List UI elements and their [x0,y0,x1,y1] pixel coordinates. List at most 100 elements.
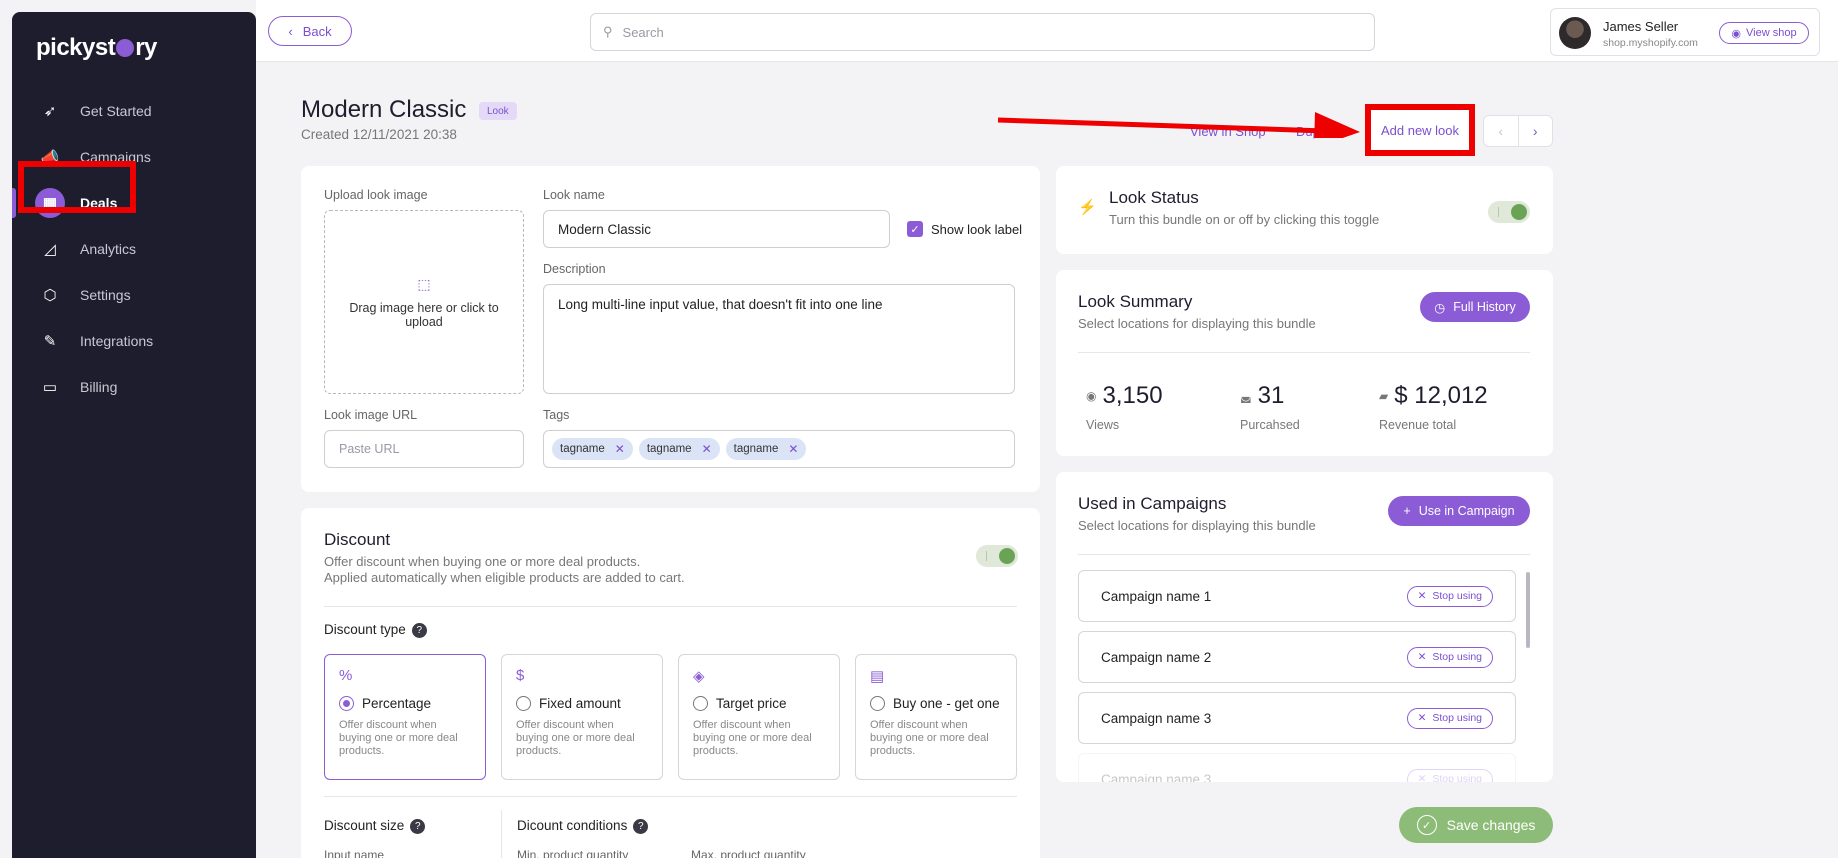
plug-icon: ✎ [43,333,57,350]
campaigns-title: Used in Campaigns [1078,494,1227,513]
sidebar-item-integrations[interactable]: ✎ Integrations [12,318,256,364]
upload-label: Upload look image [324,188,428,202]
description-label: Description [543,262,606,276]
help-icon[interactable]: ? [411,623,427,638]
tags-input[interactable]: tagname ✕ tagname ✕ tagname ✕ [543,430,1015,468]
discount-type-buy-one-get-one[interactable]: ▤ Buy one - get one Offer discount when bu… [855,654,1017,780]
rocket-icon: ➶ [43,103,57,120]
close-icon[interactable]: ✕ [788,442,798,456]
tag-icon: ◈ [693,668,705,685]
help-icon[interactable]: ? [410,819,426,834]
look-name-input[interactable]: Modern Classic [543,210,890,248]
discount-card: Discount Offer discount when buying one … [301,508,1040,858]
sidebar: pickyst ry ➶ Get Started 📣 Campaigns ▦ Deals ◿ A… [12,12,256,858]
image-url-label: Look image URL [324,408,418,422]
stop-using-button[interactable]: ✕ Stop using [1406,768,1493,782]
close-icon: ✕ [1417,590,1427,602]
discount-type-fixed-amount[interactable]: $ Fixed amount Offer discount when buying … [501,654,663,780]
list-item: Campaign name 2 ✕ Stop using [1078,631,1516,683]
list-item: Campaign name 1 ✕ Stop using [1078,570,1516,622]
look-summary-title: Look Summary [1078,292,1193,311]
tag-chip: tagname ✕ [638,438,720,460]
size-input-label: Input name [324,848,385,858]
divider [1078,352,1530,353]
percent-icon: % [339,667,353,684]
add-new-look-button[interactable]: Add new look [1365,104,1475,156]
look-status-toggle[interactable] [1488,201,1530,223]
look-status-title: Look Status [1109,188,1199,207]
scrollbar[interactable] [1526,572,1530,648]
image-url-input[interactable]: Paste URL [324,430,524,468]
chevron-left-icon: ‹ [288,23,293,39]
look-pager: ‹ › [1483,115,1553,147]
back-button[interactable]: ‹ Back [268,16,352,46]
discount-toggle[interactable] [976,545,1018,567]
radio-button[interactable] [516,696,531,711]
image-upload-dropzone[interactable]: ⬚ Drag image here or click to upload [324,210,524,394]
discount-title: Discount [324,530,391,549]
stop-using-button[interactable]: ✕ Stop using [1406,646,1493,668]
use-in-campaign-button[interactable]: + Use in Campaign [1388,496,1530,526]
discount-type-percentage[interactable]: % Percentage Offer discount when buying on… [324,654,486,780]
sidebar-item-label: Billing [80,379,118,395]
clock-icon: ◷ [1434,300,1446,315]
sidebar-item-analytics[interactable]: ◿ Analytics [12,226,256,272]
stop-using-button[interactable]: ✕ Stop using [1406,585,1493,607]
save-changes-button[interactable]: ✓ Save changes [1399,807,1553,843]
basket-icon: ◛ [1240,389,1252,403]
topbar: ‹ Back ⚲ Search James Seller shop.myshopif… [256,0,1838,62]
sidebar-item-label: Get Started [80,103,152,119]
sidebar-item-label: Settings [80,287,131,303]
discount-size-label: Discount size? [324,818,426,834]
close-icon[interactable]: ✕ [615,442,625,456]
stat-revenue-total: ▰ $ 12,012 Revenue total [1379,382,1488,432]
close-icon[interactable]: ✕ [702,442,712,456]
stat-views: ◉ 3,150 Views [1086,382,1163,432]
radio-button[interactable] [870,696,885,711]
stop-using-button[interactable]: ✕ Stop using [1406,707,1493,729]
check-circle-icon: ✓ [1416,815,1437,835]
help-icon[interactable]: ? [633,819,649,834]
user-card: James Seller shop.myshopify.com ◉ View sh… [1550,8,1820,56]
min-qty-label: Min. product quantity [517,848,629,858]
annotation-arrow [997,112,1360,138]
sidebar-item-label: Integrations [80,333,154,349]
sidebar-item-get-started[interactable]: ➶ Get Started [12,88,256,134]
radio-button[interactable] [339,696,354,711]
search-icon: ⚲ [603,24,613,39]
avatar[interactable] [1559,17,1591,49]
card-icon: ▭ [42,379,58,396]
chevron-right-icon: › [1532,123,1538,139]
show-look-label-checkbox[interactable]: ✓ Show look label [907,221,1022,237]
look-summary-subtitle: Select locations for displaying this bun… [1078,316,1316,331]
sidebar-nav: ➶ Get Started 📣 Campaigns ▦ Deals ◿ Analytics ⬡ S… [12,88,256,410]
dollar-icon: $ [516,667,525,684]
radio-button[interactable] [693,696,708,711]
close-icon: ✕ [1417,773,1427,782]
prev-look-button[interactable]: ‹ [1484,116,1519,146]
app-window: pickyst ry ➶ Get Started 📣 Campaigns ▦ Deals ◿ A… [0,0,1838,858]
view-shop-button[interactable]: ◉ View shop [1719,22,1809,44]
tags-label: Tags [543,408,570,422]
campaigns-card: Used in Campaigns Select locations for d… [1056,472,1553,782]
search-input[interactable]: ⚲ Search [590,13,1375,51]
full-history-button[interactable]: ◷ Full History [1420,292,1530,322]
logo[interactable]: pickyst ry [36,34,157,62]
discount-type-target-price[interactable]: ◈ Target price Offer discount when buying … [678,654,840,780]
look-badge: Look [479,102,517,120]
close-icon: ✕ [1417,651,1427,663]
sidebar-item-settings[interactable]: ⬡ Settings [12,272,256,318]
user-shop: shop.myshopify.com [1603,37,1698,49]
eye-icon: ◉ [1731,27,1742,40]
sidebar-item-billing[interactable]: ▭ Billing [12,364,256,410]
divider [1078,554,1530,555]
campaigns-subtitle: Select locations for displaying this bun… [1078,518,1316,533]
upload-icon: ⬚ [417,275,431,292]
discount-type-label: Discount type? [324,622,427,638]
discount-subtitle-1: Offer discount when buying one or more d… [324,554,641,569]
description-textarea[interactable]: Long multi-line input value, that doesn'… [543,284,1015,394]
next-look-button[interactable]: › [1519,116,1553,146]
sidebar-item-label: Analytics [80,241,137,257]
plus-icon: + [1403,504,1411,518]
discount-subtitle-2: Applied automatically when eligible prod… [324,570,685,585]
